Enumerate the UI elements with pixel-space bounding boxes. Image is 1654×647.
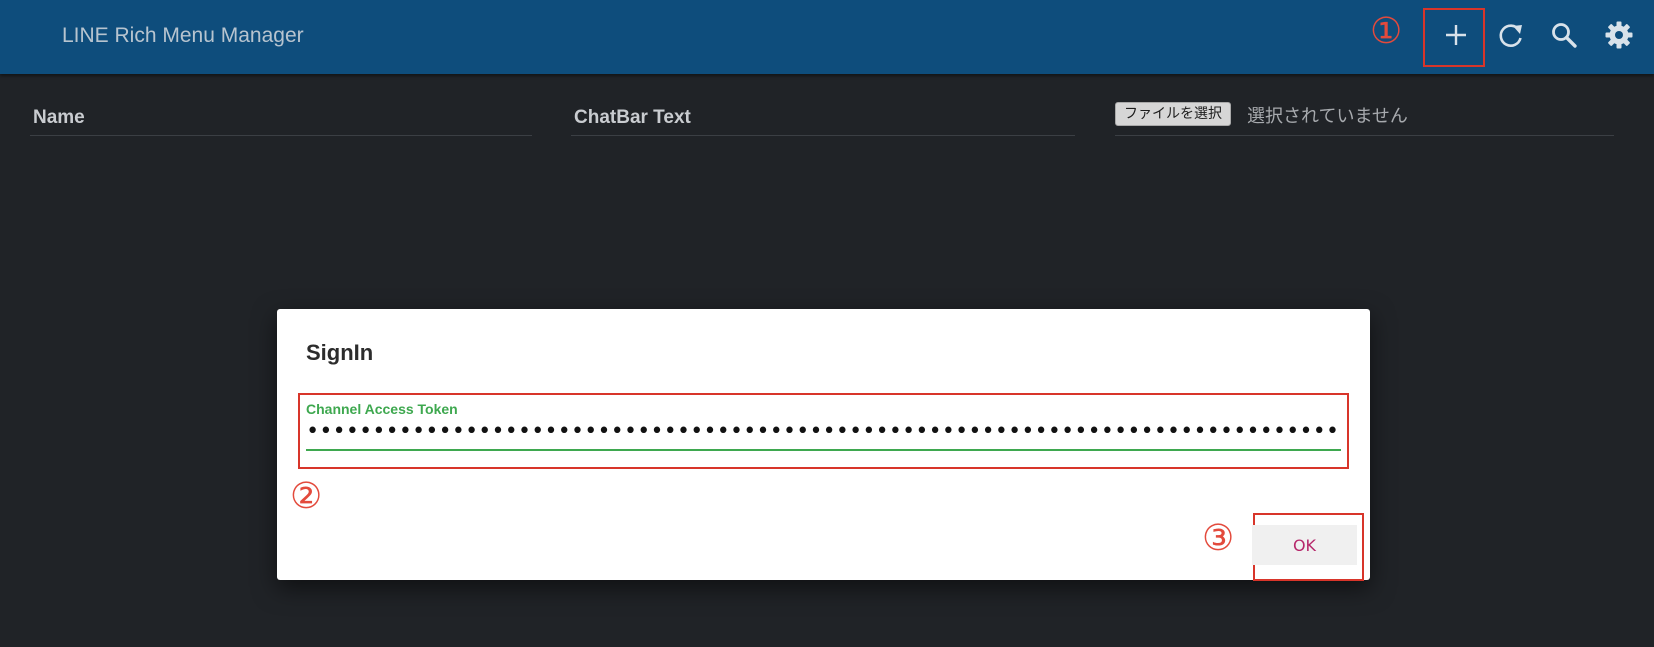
annotation-step-3: ③ [1202, 518, 1235, 559]
token-underline [306, 449, 1341, 451]
chatbar-label: ChatBar Text [574, 107, 691, 128]
ok-button[interactable]: OK [1252, 525, 1357, 565]
annotation-step-1: ① [1370, 11, 1403, 52]
add-button[interactable] [1439, 18, 1473, 52]
chatbar-text-field[interactable]: ChatBar Text [571, 100, 1075, 136]
top-app-bar: LINE Rich Menu Manager ① [0, 0, 1654, 74]
refresh-button[interactable] [1494, 18, 1528, 52]
choose-file-button[interactable]: ファイルを選択 [1115, 102, 1231, 126]
file-upload-field: ファイルを選択 選択されていません [1115, 100, 1614, 136]
channel-access-token-input[interactable] [306, 417, 1341, 445]
name-field[interactable]: Name [30, 100, 532, 136]
search-icon [1552, 23, 1577, 48]
annotation-step-2: ② [290, 476, 323, 517]
app-root: LINE Rich Menu Manager ① Name ChatBar Te… [0, 0, 1654, 647]
search-button[interactable] [1547, 18, 1581, 52]
dialog-title: SignIn [306, 340, 374, 365]
refresh-icon [1499, 24, 1522, 47]
signin-dialog: SignIn Channel Access Token ② ③ OK [277, 309, 1370, 581]
app-title: LINE Rich Menu Manager [62, 24, 304, 47]
add-icon [1446, 25, 1466, 45]
settings-button[interactable] [1602, 18, 1636, 52]
token-field-label: Channel Access Token [306, 401, 458, 417]
file-status-text: 選択されていません [1247, 106, 1408, 127]
name-label: Name [33, 107, 85, 128]
settings-icon [1605, 21, 1633, 49]
